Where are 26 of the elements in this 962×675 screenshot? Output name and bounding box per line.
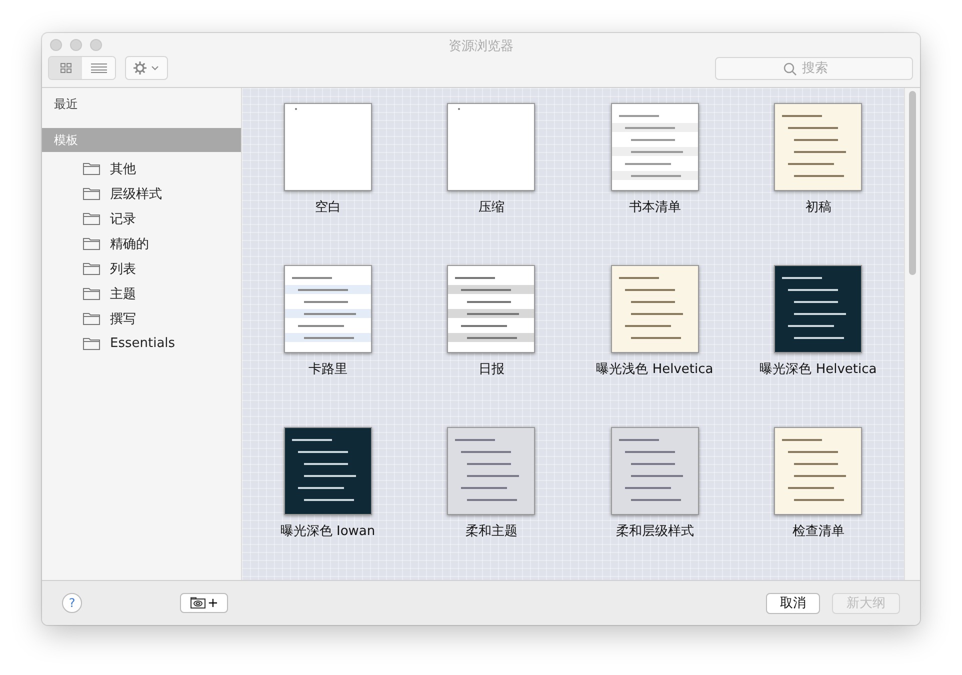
sidebar-item[interactable]: 最近 <box>42 92 241 116</box>
folder-item[interactable]: 记录 <box>42 206 241 231</box>
folder-item[interactable]: Essentials <box>42 331 241 356</box>
folder-item[interactable]: 主题 <box>42 281 241 306</box>
search-field[interactable]: 搜索 <box>715 56 913 80</box>
folder-item[interactable]: 其他 <box>42 156 241 181</box>
folder-item[interactable]: 撰写 <box>42 306 241 331</box>
cancel-button[interactable]: 取消 <box>766 592 820 614</box>
add-template-button[interactable]: + <box>180 593 228 613</box>
template-name: 曝光深色 Iowan <box>280 523 376 540</box>
template-name: 空白 <box>314 199 341 216</box>
template-name: 柔和层级样式 <box>616 523 694 540</box>
template-name: 柔和主题 <box>465 523 518 540</box>
template-name: 压缩 <box>478 199 504 216</box>
template-name: 曝光浅色 Helvetica <box>596 361 714 378</box>
template-name: 卡路里 <box>308 361 348 378</box>
template-name: 书本清单 <box>628 199 681 216</box>
template-name: 初稿 <box>805 199 832 216</box>
folder-item[interactable]: 列表 <box>42 256 241 281</box>
template-name: 曝光深色 Helvetica <box>760 361 877 378</box>
help-button[interactable]: ? <box>62 593 82 613</box>
folder-item[interactable]: 精确的 <box>42 231 241 256</box>
window-title: 资源浏览器 <box>448 38 514 53</box>
template-name: 检查清单 <box>792 523 844 540</box>
folder-item[interactable]: 层级样式 <box>42 181 241 206</box>
template-name: 日报 <box>478 361 504 378</box>
